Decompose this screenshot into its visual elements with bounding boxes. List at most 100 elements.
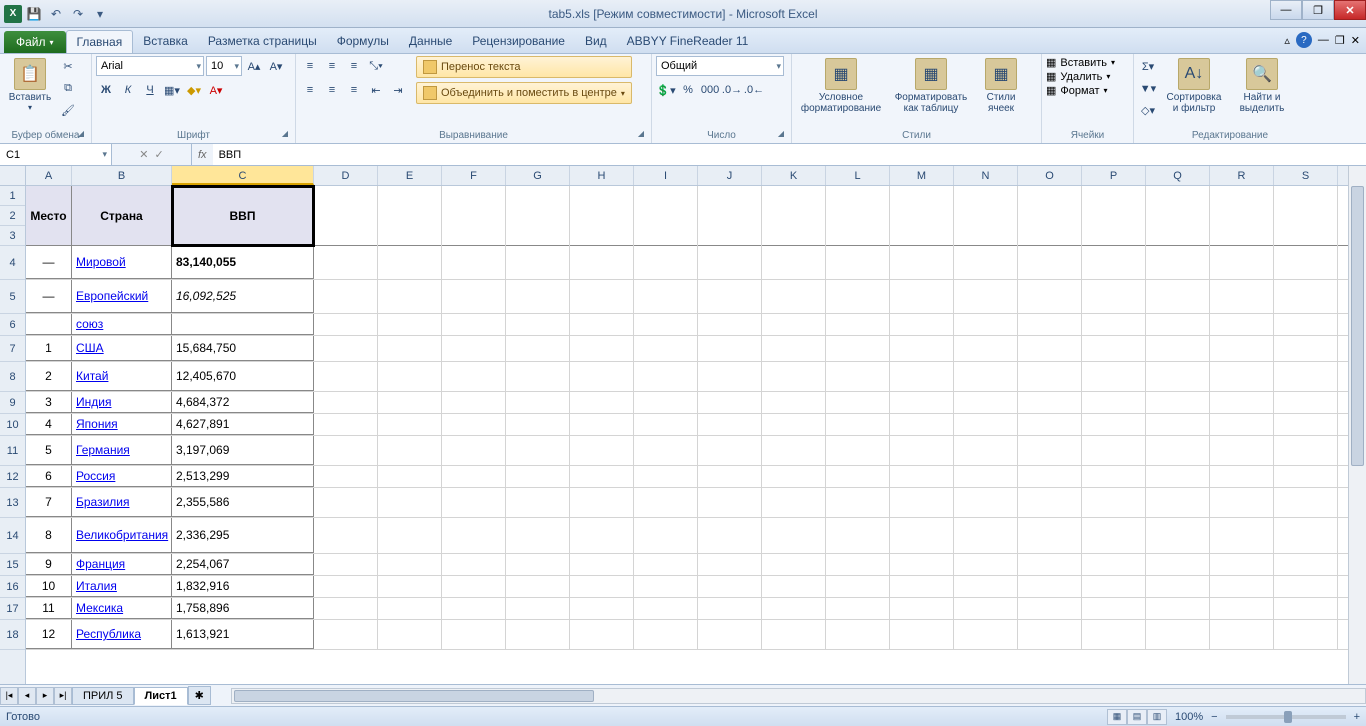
ribbon-tab-5[interactable]: Рецензирование [462, 30, 575, 53]
ribbon-tab-4[interactable]: Данные [399, 30, 462, 53]
decrease-decimal-button[interactable]: .0← [744, 80, 764, 100]
cell-empty[interactable] [890, 392, 954, 413]
cell-empty[interactable] [1018, 466, 1082, 487]
cell-empty[interactable] [762, 598, 826, 619]
name-box[interactable]: C1 [0, 144, 112, 165]
cell-empty[interactable] [1146, 576, 1210, 597]
cell-empty[interactable] [378, 488, 442, 517]
country-link[interactable]: Европейский [76, 289, 148, 303]
col-header-R[interactable]: R [1210, 166, 1274, 185]
zoom-in-button[interactable]: + [1354, 711, 1360, 723]
cell-empty[interactable] [634, 518, 698, 553]
cell-empty[interactable] [954, 246, 1018, 279]
cell-empty[interactable] [954, 576, 1018, 597]
cell-empty[interactable] [378, 436, 442, 465]
country-link[interactable]: союз [76, 317, 103, 331]
col-header-O[interactable]: O [1018, 166, 1082, 185]
col-header-J[interactable]: J [698, 166, 762, 185]
cell-empty[interactable] [570, 436, 634, 465]
cell-country-5[interactable]: Европейский [72, 280, 172, 313]
cell-empty[interactable] [1146, 466, 1210, 487]
cell-empty[interactable] [314, 620, 378, 649]
cell-empty[interactable] [1146, 518, 1210, 553]
cell-empty[interactable] [1274, 280, 1338, 313]
cell-empty[interactable] [1210, 620, 1274, 649]
cell-empty[interactable] [634, 392, 698, 413]
cell-empty[interactable] [506, 392, 570, 413]
cell-styles-button[interactable]: ▦Стили ячеек [976, 56, 1026, 116]
col-header-G[interactable]: G [506, 166, 570, 185]
cell-empty[interactable] [1082, 518, 1146, 553]
cell-empty[interactable] [1018, 436, 1082, 465]
cell-empty[interactable] [826, 620, 890, 649]
page-break-view-button[interactable]: ▥ [1147, 709, 1167, 725]
cell-empty[interactable] [698, 246, 762, 279]
find-select-button[interactable]: 🔍Найти и выделить [1230, 56, 1294, 116]
cell-empty[interactable] [1146, 554, 1210, 575]
col-header-L[interactable]: L [826, 166, 890, 185]
row-header-11[interactable]: 11 [0, 436, 25, 466]
cell-empty[interactable] [1018, 246, 1082, 279]
cell-gdp-17[interactable]: 1,758,896 [172, 598, 314, 619]
col-header-S[interactable]: S [1274, 166, 1338, 185]
cell-empty[interactable] [890, 598, 954, 619]
cell-empty[interactable] [1210, 362, 1274, 391]
sheet-tab-0[interactable]: ПРИЛ 5 [72, 687, 134, 705]
cell-empty[interactable] [506, 246, 570, 279]
cell-empty[interactable] [442, 246, 506, 279]
ribbon-tab-0[interactable]: Главная [66, 30, 134, 53]
align-center-button[interactable]: ≡ [322, 80, 342, 100]
cell-empty[interactable] [762, 466, 826, 487]
country-link[interactable]: Индия [76, 395, 111, 409]
cell-empty[interactable] [890, 186, 954, 246]
cell-empty[interactable] [890, 246, 954, 279]
cell-gdp-7[interactable]: 15,684,750 [172, 336, 314, 361]
cell-gdp-9[interactable]: 4,684,372 [172, 392, 314, 413]
cell-empty[interactable] [506, 576, 570, 597]
cell-empty[interactable] [1274, 414, 1338, 435]
cell-empty[interactable] [442, 314, 506, 335]
underline-button[interactable]: Ч [140, 80, 160, 100]
cell-empty[interactable] [634, 186, 698, 246]
col-header-Q[interactable]: Q [1146, 166, 1210, 185]
cell-empty[interactable] [762, 246, 826, 279]
col-header-A[interactable]: A [26, 166, 72, 185]
cell-place-6[interactable] [26, 314, 72, 335]
cell-empty[interactable] [954, 488, 1018, 517]
cell-empty[interactable] [826, 488, 890, 517]
fx-icon[interactable]: fx [192, 144, 213, 165]
number-format-combo[interactable]: Общий [656, 56, 784, 76]
vertical-scrollbar[interactable] [1348, 166, 1366, 684]
cell-empty[interactable] [570, 598, 634, 619]
cell-empty[interactable] [634, 336, 698, 361]
country-link[interactable]: Мировой [76, 255, 126, 269]
orientation-button[interactable]: ⤡▾ [366, 56, 386, 76]
row-header-1[interactable]: 1 [0, 186, 25, 206]
cell-empty[interactable] [314, 362, 378, 391]
cell-place-17[interactable]: 11 [26, 598, 72, 619]
cell-empty[interactable] [1210, 466, 1274, 487]
cell-empty[interactable] [634, 598, 698, 619]
cell-empty[interactable] [890, 554, 954, 575]
cell-empty[interactable] [378, 246, 442, 279]
cell-empty[interactable] [698, 280, 762, 313]
cell-empty[interactable] [1146, 620, 1210, 649]
country-link[interactable]: Китай [76, 369, 108, 383]
cell-empty[interactable] [762, 620, 826, 649]
cell-empty[interactable] [634, 280, 698, 313]
cell-empty[interactable] [890, 414, 954, 435]
cell-gdp-10[interactable]: 4,627,891 [172, 414, 314, 435]
cell-empty[interactable] [890, 362, 954, 391]
cell-empty[interactable] [1274, 246, 1338, 279]
cell-empty[interactable] [698, 598, 762, 619]
cell-country-15[interactable]: Франция [72, 554, 172, 575]
autosum-button[interactable]: Σ▾ [1138, 56, 1158, 76]
formula-input[interactable]: ВВП [213, 144, 1366, 165]
col-header-I[interactable]: I [634, 166, 698, 185]
cell-country-9[interactable]: Индия [72, 392, 172, 413]
grow-font-button[interactable]: A▴ [244, 56, 264, 76]
cell-empty[interactable] [570, 414, 634, 435]
cell-empty[interactable] [570, 466, 634, 487]
cell-empty[interactable] [1274, 362, 1338, 391]
cell-empty[interactable] [442, 414, 506, 435]
